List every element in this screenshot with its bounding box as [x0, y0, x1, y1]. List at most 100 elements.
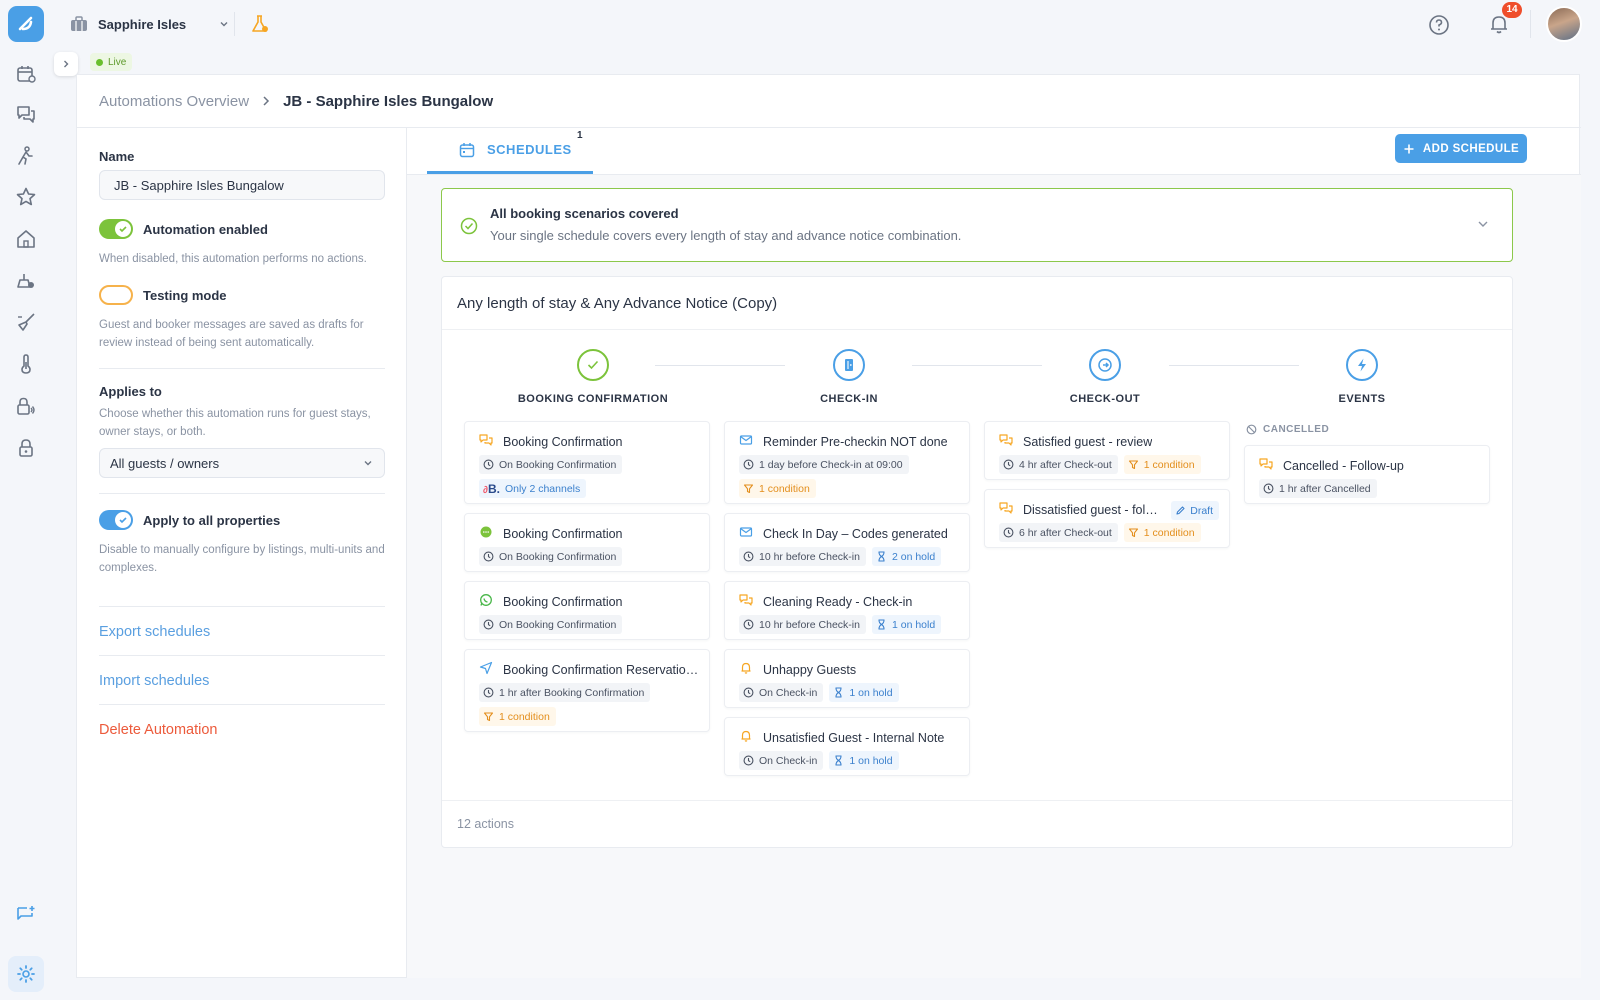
on-hold-chip: 1 on hold [829, 751, 899, 770]
live-status-badge: Live [90, 53, 133, 71]
name-field[interactable] [99, 170, 385, 200]
automation-enabled-toggle[interactable] [99, 219, 133, 239]
thermometer-icon[interactable] [14, 352, 38, 376]
action-card[interactable]: Unsatisfied Guest - Internal Note On Che… [724, 717, 970, 776]
email-icon [739, 433, 753, 450]
action-card[interactable]: Booking Confirmation On Booking Confirma… [464, 421, 710, 504]
testing-flask-icon[interactable] [250, 14, 270, 37]
lock-icon[interactable] [14, 436, 38, 460]
timing-chip: 4 hr after Check-out [999, 455, 1118, 474]
action-card[interactable]: Satisfied guest - review 4 hr after Chec… [984, 421, 1230, 480]
channels-chip: ∂B. Only 2 channels [479, 479, 587, 498]
action-card[interactable]: Cleaning Ready - Check-in 10 hr before C… [724, 581, 970, 640]
timing-chip: On Booking Confirmation [479, 455, 623, 474]
condition-chip: 1 condition [479, 707, 556, 726]
apply-all-properties-toggle[interactable] [99, 510, 133, 530]
timing-chip: 1 day before Check-in at 09:00 [739, 455, 909, 474]
guest-walking-icon[interactable] [14, 144, 38, 168]
gear-icon[interactable] [14, 962, 38, 986]
applies-to-label: Applies to [99, 384, 162, 399]
tab-schedules[interactable]: SCHEDULES 1 [427, 128, 593, 174]
testing-mode-label: Testing mode [143, 288, 227, 303]
cancelled-label: CANCELLED [1263, 424, 1330, 435]
app-logo[interactable] [8, 6, 44, 42]
star-icon[interactable] [14, 185, 38, 209]
action-card[interactable]: Cancelled - Follow-up 1 hr after Cancell… [1244, 445, 1490, 504]
top-bar: Sapphire Isles 14 [0, 0, 1600, 48]
on-hold-chip: 1 on hold [871, 615, 942, 634]
coverage-subtitle: Your single schedule covers every length… [490, 228, 962, 243]
condition-chip: 1 condition [1123, 455, 1201, 474]
action-card[interactable]: Check In Day – Codes generated 10 hr bef… [724, 513, 970, 572]
stage-events: EVENTS [1239, 349, 1485, 405]
broom-icon[interactable] [14, 310, 38, 334]
hourglass-icon [878, 551, 885, 562]
clock-icon [483, 687, 494, 698]
action-title: Cleaning Ready - Check-in [763, 594, 913, 609]
divider [99, 368, 385, 369]
lightning-icon [1346, 349, 1378, 381]
action-card[interactable]: Booking Confirmation On Booking Confirma… [464, 581, 710, 640]
delete-automation-link[interactable]: Delete Automation [99, 722, 218, 738]
breadcrumb-parent-link[interactable]: Automations Overview [99, 93, 249, 110]
draft-badge: Draft [1171, 501, 1219, 520]
clock-icon [1263, 483, 1274, 494]
hourglass-icon [835, 755, 842, 766]
cleaning-icon[interactable] [14, 269, 38, 293]
timing-chip: 1 hr after Cancelled [1259, 479, 1377, 498]
clock-icon [483, 619, 494, 630]
divider [442, 329, 1512, 330]
timing-chip: 6 hr after Check-out [999, 523, 1118, 542]
toggle-knob [115, 512, 131, 528]
avatar[interactable] [1546, 6, 1582, 42]
export-schedules-link[interactable]: Export schedules [99, 624, 210, 640]
stage-title: CHECK-IN [820, 393, 878, 405]
chevron-down-icon [364, 461, 372, 466]
feedback-icon[interactable] [14, 902, 38, 926]
import-schedules-link[interactable]: Import schedules [99, 673, 209, 689]
action-card[interactable]: Booking Confirmation On Booking Confirma… [464, 513, 710, 572]
action-card[interactable]: Unhappy Guests On Check-in 1 on hold [724, 649, 970, 708]
messages-icon[interactable] [14, 102, 38, 126]
check-icon [119, 226, 127, 233]
action-title: Unhappy Guests [763, 662, 857, 677]
automation-enabled-help: When disabled, this automation performs … [99, 253, 367, 265]
action-card[interactable]: Reminder Pre-checkin NOT done 1 day befo… [724, 421, 970, 504]
help-icon[interactable] [1428, 14, 1450, 39]
actions-count: 12 actions [457, 817, 514, 831]
action-title: Unsatisfied Guest - Internal Note [763, 730, 945, 745]
timing-chip: On Booking Confirmation [479, 547, 623, 566]
home-icon[interactable] [14, 227, 38, 251]
chat-bubbles-icon [999, 501, 1013, 518]
lock-signal-icon[interactable] [14, 394, 38, 418]
filter-icon [1128, 460, 1138, 470]
sidebar-expand-button[interactable] [54, 52, 78, 76]
timing-chip: On Booking Confirmation [479, 615, 623, 634]
property-name: Sapphire Isles [98, 16, 187, 32]
action-card[interactable]: Dissatisfied guest - follo... Draft 6 hr… [984, 489, 1230, 548]
testing-mode-toggle[interactable] [99, 285, 133, 305]
name-label: Name [99, 149, 135, 164]
sms-icon [479, 525, 493, 542]
cancel-icon [1246, 424, 1257, 435]
bell-icon [739, 729, 753, 746]
live-dot [96, 58, 103, 66]
main-panel: Automations Overview JB - Sapphire Isles… [76, 74, 1581, 978]
action-card[interactable]: Booking Confirmation Reservation ... 1 h… [464, 649, 710, 732]
applies-to-help: Choose whether this automation runs for … [99, 408, 371, 438]
calendar-user-icon[interactable] [14, 62, 38, 86]
clock-icon [1003, 459, 1014, 470]
action-title: Satisfied guest - review [1023, 434, 1153, 449]
add-schedule-button[interactable]: ADD SCHEDULE [1395, 134, 1527, 163]
stage-title: BOOKING CONFIRMATION [517, 393, 669, 405]
notification-badge: 14 [1502, 2, 1522, 18]
property-selector[interactable]: Sapphire Isles [70, 12, 230, 36]
divider [99, 606, 385, 607]
coverage-banner[interactable]: All booking scenarios covered Your singl… [441, 188, 1513, 262]
divider [442, 800, 1512, 801]
applies-to-select[interactable]: All guests / owners [99, 448, 385, 478]
chevron-right-icon [263, 96, 270, 106]
stage-booking-confirmation: BOOKING CONFIRMATION [470, 349, 716, 405]
apply-all-properties-label: Apply to all properties [143, 513, 281, 528]
on-hold-chip: 1 on hold [829, 683, 899, 702]
